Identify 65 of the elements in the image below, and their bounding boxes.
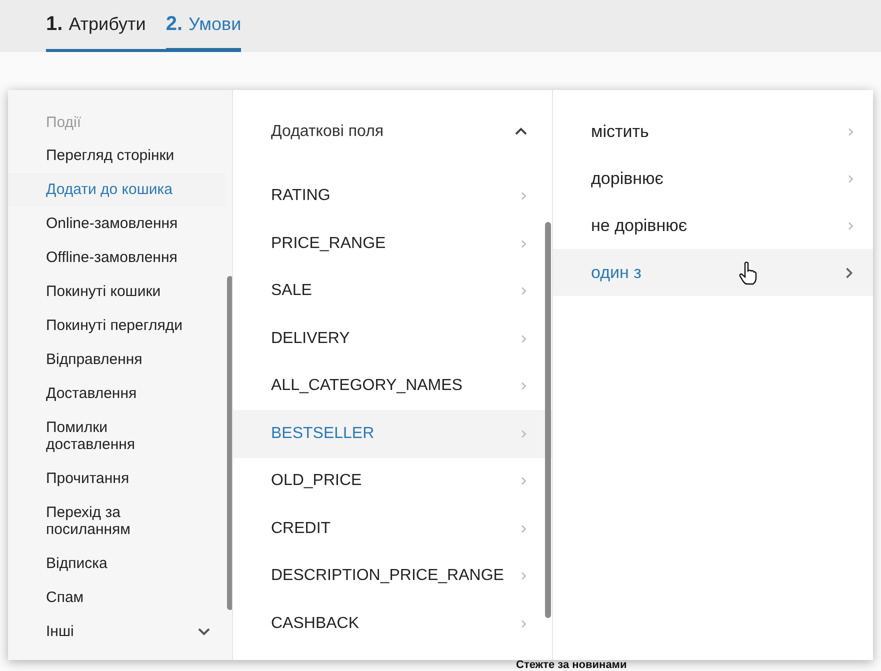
field-item[interactable]: DESCRIPTION_PRICE_RANGE [233, 552, 552, 600]
more-item[interactable]: Інші [8, 615, 225, 649]
field-label: BESTSELLER [271, 424, 374, 443]
chevron-right-icon [520, 524, 528, 534]
field-item[interactable]: SALE [233, 268, 552, 315]
event-item[interactable]: Доставлення [8, 377, 225, 411]
scrollbar[interactable] [227, 276, 232, 610]
event-item[interactable]: Відправлення [8, 343, 225, 377]
chevron-right-icon [520, 191, 528, 202]
chevron-right-icon [520, 334, 528, 344]
field-item[interactable]: PRICE_RANGE [233, 220, 552, 268]
chevron-right-icon [520, 571, 528, 582]
field-label: DESCRIPTION_PRICE_RANGE [271, 567, 504, 586]
field-item[interactable]: DELIVERY [233, 315, 552, 362]
field-item[interactable]: BESTSELLER [233, 410, 552, 458]
field-label: PRICE_RANGE [271, 234, 386, 253]
event-item[interactable]: Помилки доставлення [8, 411, 225, 462]
event-item[interactable]: Online-замовлення [8, 207, 225, 241]
condition-label: дорівнює [591, 168, 664, 188]
group-header[interactable]: Додаткові поля [233, 108, 552, 156]
group-label: Додаткові поля [271, 122, 384, 141]
condition-item[interactable]: дорівнює [553, 155, 873, 202]
condition-item[interactable]: не дорівнює [553, 202, 873, 249]
field-item[interactable]: CASHBACK [233, 600, 552, 648]
chevron-right-icon [847, 174, 855, 184]
chevron-right-icon [520, 476, 528, 486]
event-item[interactable]: Відписка [8, 547, 225, 581]
field-item[interactable]: RATING [233, 172, 552, 220]
tab[interactable]: 2. Умови [166, 13, 242, 52]
footer-text: Стежте за новинами [516, 660, 627, 671]
field-label: OLD_PRICE [271, 472, 362, 490]
condition-label: один з [591, 262, 642, 282]
chevron-right-icon [520, 286, 528, 296]
chevron-right-icon [847, 126, 855, 136]
field-label: SALE [271, 282, 312, 300]
chevron-right-icon [520, 428, 528, 439]
chevron-right-icon [847, 220, 855, 230]
event-item[interactable]: Покинуті кошики [8, 275, 225, 309]
field-item[interactable]: ALL_CATEGORY_NAMES [233, 362, 552, 410]
event-item[interactable]: Перехід за посиланням [8, 496, 225, 547]
hand-cursor-icon [739, 261, 757, 285]
chevron-right-icon [520, 618, 528, 629]
condition-item[interactable]: містить [553, 108, 873, 155]
chevron-right-icon [844, 266, 855, 280]
more-label: Інші [46, 623, 74, 640]
field-label: CREDIT [271, 520, 331, 538]
event-item[interactable]: Спам [8, 581, 225, 615]
chevron-right-icon [520, 381, 528, 392]
event-item[interactable]: Прочитання [8, 462, 225, 496]
event-item[interactable]: Offline-замовлення [8, 241, 225, 275]
event-item[interactable]: Покинуті перегляди [8, 309, 225, 343]
field-item[interactable]: OLD_PRICE [233, 458, 552, 505]
field-label: ALL_CATEGORY_NAMES [271, 377, 462, 396]
chevron-right-icon [520, 238, 528, 249]
field-label: DELIVERY [271, 330, 350, 348]
condition-label: не дорівнює [591, 216, 688, 236]
condition-item[interactable]: один з [553, 249, 873, 296]
tab[interactable]: 1. Атрибути [46, 13, 166, 52]
field-label: RATING [271, 187, 330, 206]
field-label: CASHBACK [271, 614, 360, 633]
section-header: Події [46, 114, 82, 131]
field-item[interactable]: CREDIT [233, 505, 552, 552]
scrollbar[interactable] [545, 222, 551, 618]
event-item[interactable]: Перегляд сторінки [8, 139, 225, 173]
condition-label: містить [591, 122, 649, 142]
